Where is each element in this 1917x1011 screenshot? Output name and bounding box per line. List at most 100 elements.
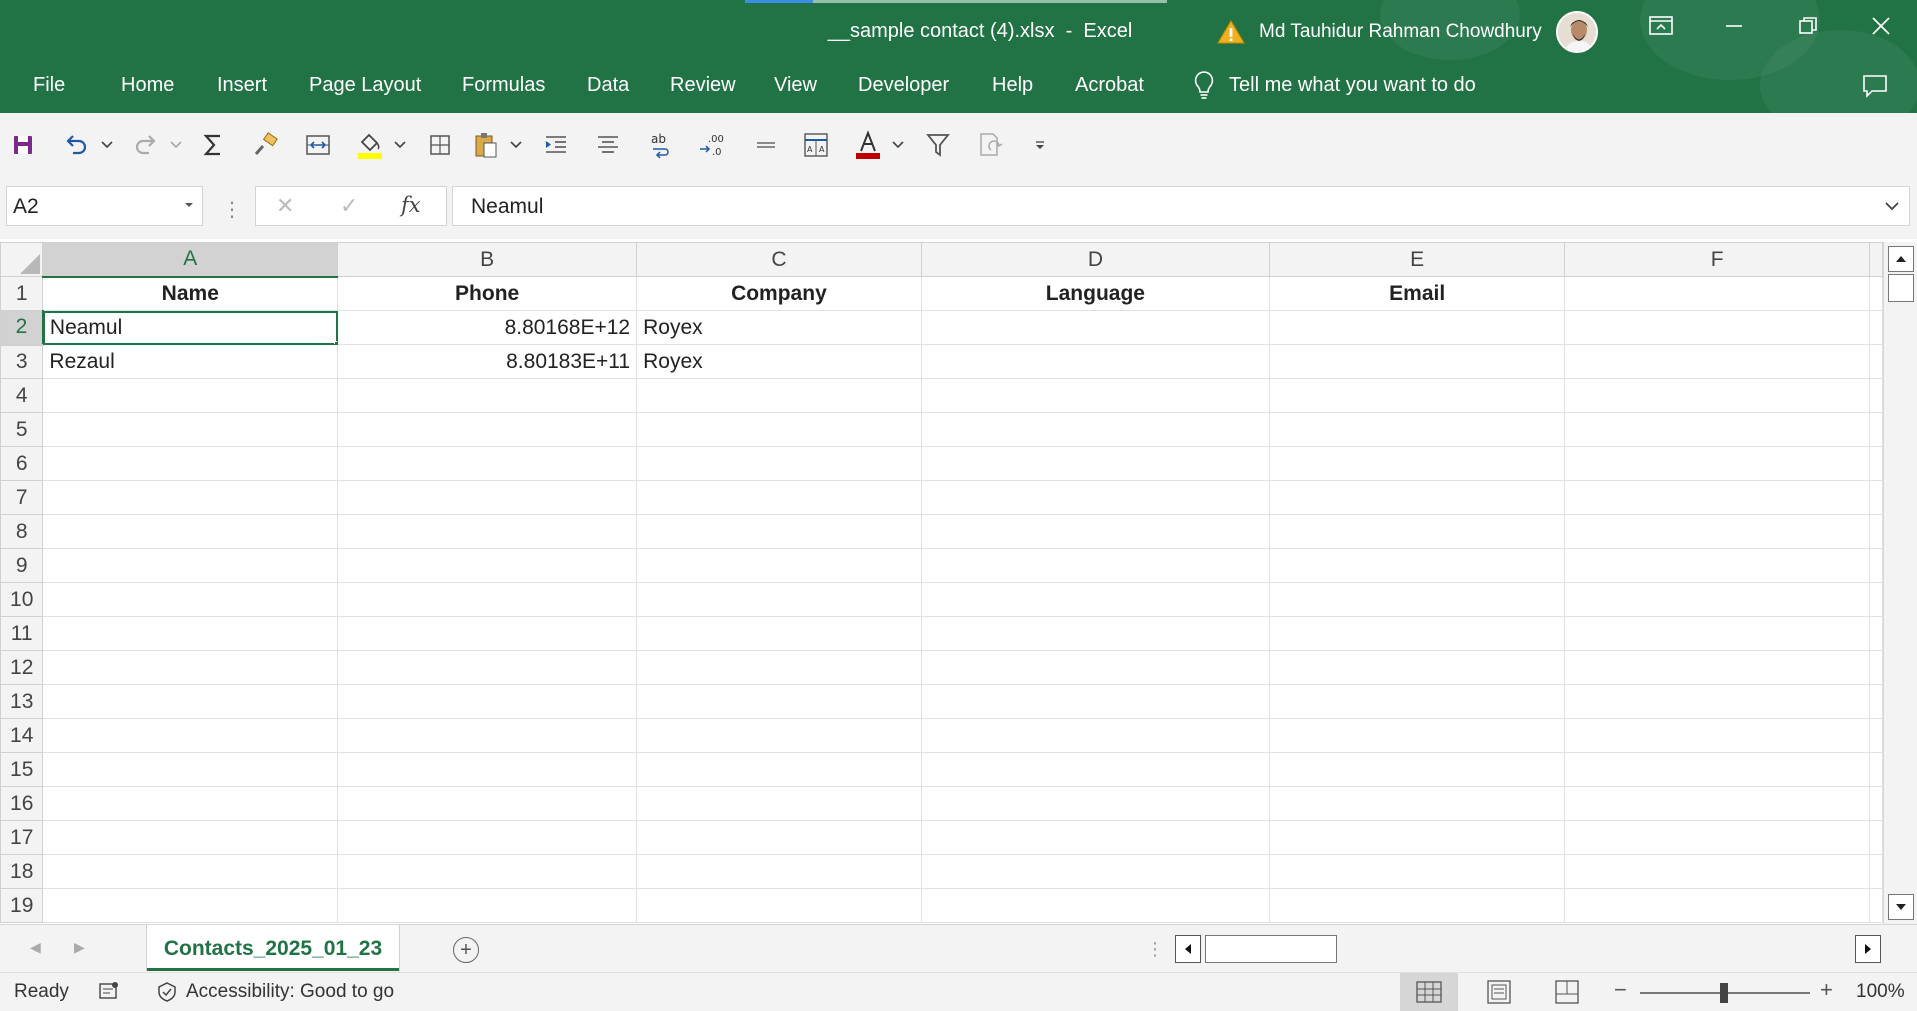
cell-d12[interactable]: [920, 650, 1271, 685]
cell-f5[interactable]: [1564, 412, 1870, 447]
cell-f6[interactable]: [1564, 446, 1870, 481]
horizontal-scrollbar[interactable]: [1175, 935, 1881, 963]
cell-c6[interactable]: [636, 446, 922, 481]
cell-c14[interactable]: [636, 718, 922, 753]
page-break-view-button[interactable]: [1538, 973, 1596, 1011]
cell-f17[interactable]: [1564, 820, 1870, 855]
tab-data[interactable]: Data: [587, 74, 629, 97]
refresh-button[interactable]: [974, 127, 1008, 163]
cell-d3[interactable]: [920, 344, 1271, 379]
cell-d15[interactable]: [920, 752, 1271, 787]
normal-view-button[interactable]: [1400, 973, 1458, 1011]
cell-f14[interactable]: [1564, 718, 1870, 753]
cell-b12[interactable]: [337, 650, 638, 685]
sheet-tab-active[interactable]: Contacts_2025_01_23: [147, 925, 399, 971]
cell-d5[interactable]: [920, 412, 1271, 447]
cell-g2[interactable]: [1869, 310, 1883, 345]
customize-toolbar-dropdown[interactable]: [1030, 127, 1050, 163]
cell-f8[interactable]: [1564, 514, 1870, 549]
cell-a5[interactable]: [42, 412, 339, 447]
row-header-4[interactable]: 4: [0, 378, 44, 413]
cell-b11[interactable]: [337, 616, 638, 651]
cell-c1[interactable]: Company: [636, 276, 922, 311]
decrease-decimal-button[interactable]: .00.0: [696, 127, 730, 163]
redo-dropdown[interactable]: [168, 127, 184, 163]
insert-function-button[interactable]: fx: [401, 193, 421, 217]
cell-c10[interactable]: [636, 582, 922, 617]
tab-home[interactable]: Home: [121, 74, 174, 97]
cell-f3[interactable]: [1564, 344, 1870, 379]
cell-b7[interactable]: [337, 480, 638, 515]
cell-c18[interactable]: [636, 854, 922, 889]
zoom-slider-thumb[interactable]: [1720, 983, 1728, 1003]
filter-button[interactable]: [922, 127, 954, 163]
name-box[interactable]: A2: [6, 186, 203, 226]
cell-f16[interactable]: [1564, 786, 1870, 821]
comments-icon[interactable]: [1862, 74, 1888, 98]
cell-g16[interactable]: [1869, 786, 1883, 821]
borders-button[interactable]: [424, 127, 456, 163]
row-header-6[interactable]: 6: [0, 446, 44, 481]
redo-button[interactable]: [130, 127, 162, 163]
prev-sheet-icon[interactable]: ◀: [30, 939, 41, 956]
row-header-8[interactable]: 8: [0, 514, 44, 549]
cell-d6[interactable]: [920, 446, 1271, 481]
chevron-down-icon[interactable]: [184, 202, 194, 208]
tab-view[interactable]: View: [774, 74, 817, 97]
cell-c9[interactable]: [636, 548, 922, 583]
cell-b4[interactable]: [337, 378, 638, 413]
fill-handle[interactable]: [334, 341, 337, 344]
cell-g14[interactable]: [1869, 718, 1883, 753]
confirm-entry-icon[interactable]: ✓: [340, 193, 358, 219]
expand-formula-bar-icon[interactable]: [1885, 202, 1899, 211]
cell-f9[interactable]: [1564, 548, 1870, 583]
row-header-18[interactable]: 18: [0, 854, 44, 889]
autosum-button[interactable]: [198, 127, 228, 163]
cell-e5[interactable]: [1269, 412, 1566, 447]
cell-a18[interactable]: [42, 854, 339, 889]
cell-e18[interactable]: [1269, 854, 1566, 889]
cell-e16[interactable]: [1269, 786, 1566, 821]
scroll-down-button[interactable]: [1888, 894, 1914, 920]
format-painter-button[interactable]: [250, 127, 282, 163]
cell-c15[interactable]: [636, 752, 922, 787]
wrap-text-button[interactable]: ab: [644, 127, 676, 163]
cell-c12[interactable]: [636, 650, 922, 685]
cell-e15[interactable]: [1269, 752, 1566, 787]
zoom-in-button[interactable]: +: [1820, 977, 1833, 1003]
increase-indent-button[interactable]: [540, 127, 572, 163]
cell-g19[interactable]: [1869, 888, 1883, 923]
cell-e2[interactable]: [1269, 310, 1566, 345]
cell-a15[interactable]: [42, 752, 339, 787]
tab-developer[interactable]: Developer: [858, 74, 949, 97]
user-account[interactable]: Md Tauhidur Rahman Chowdhury: [1217, 10, 1598, 54]
formula-input[interactable]: Neamul: [452, 186, 1910, 226]
row-header-1[interactable]: 1: [0, 276, 44, 311]
cell-g17[interactable]: [1869, 820, 1883, 855]
minimize-button[interactable]: [1711, 8, 1757, 44]
cell-e9[interactable]: [1269, 548, 1566, 583]
cell-b3[interactable]: 8.80183E+11: [337, 344, 638, 379]
cell-f7[interactable]: [1564, 480, 1870, 515]
cell-e11[interactable]: [1269, 616, 1566, 651]
row-header-2[interactable]: 2: [0, 310, 44, 346]
row-header-9[interactable]: 9: [0, 548, 44, 583]
paste-dropdown[interactable]: [508, 127, 524, 163]
cell-e4[interactable]: [1269, 378, 1566, 413]
cell-b10[interactable]: [337, 582, 638, 617]
formula-bar-separator[interactable]: ⋮: [222, 197, 242, 222]
cell-b19[interactable]: [337, 888, 638, 923]
cell-d14[interactable]: [920, 718, 1271, 753]
cell-f19[interactable]: [1564, 888, 1870, 923]
cell-g13[interactable]: [1869, 684, 1883, 719]
fill-color-dropdown[interactable]: [392, 127, 408, 163]
tell-me-text[interactable]: Tell me what you want to do: [1229, 74, 1476, 97]
cell-e13[interactable]: [1269, 684, 1566, 719]
macro-recording-button[interactable]: [98, 981, 120, 1001]
avatar[interactable]: [1555, 11, 1598, 53]
cell-f18[interactable]: [1564, 854, 1870, 889]
cell-c17[interactable]: [636, 820, 922, 855]
row-header-15[interactable]: 15: [0, 752, 44, 787]
cell-b15[interactable]: [337, 752, 638, 787]
cell-e10[interactable]: [1269, 582, 1566, 617]
